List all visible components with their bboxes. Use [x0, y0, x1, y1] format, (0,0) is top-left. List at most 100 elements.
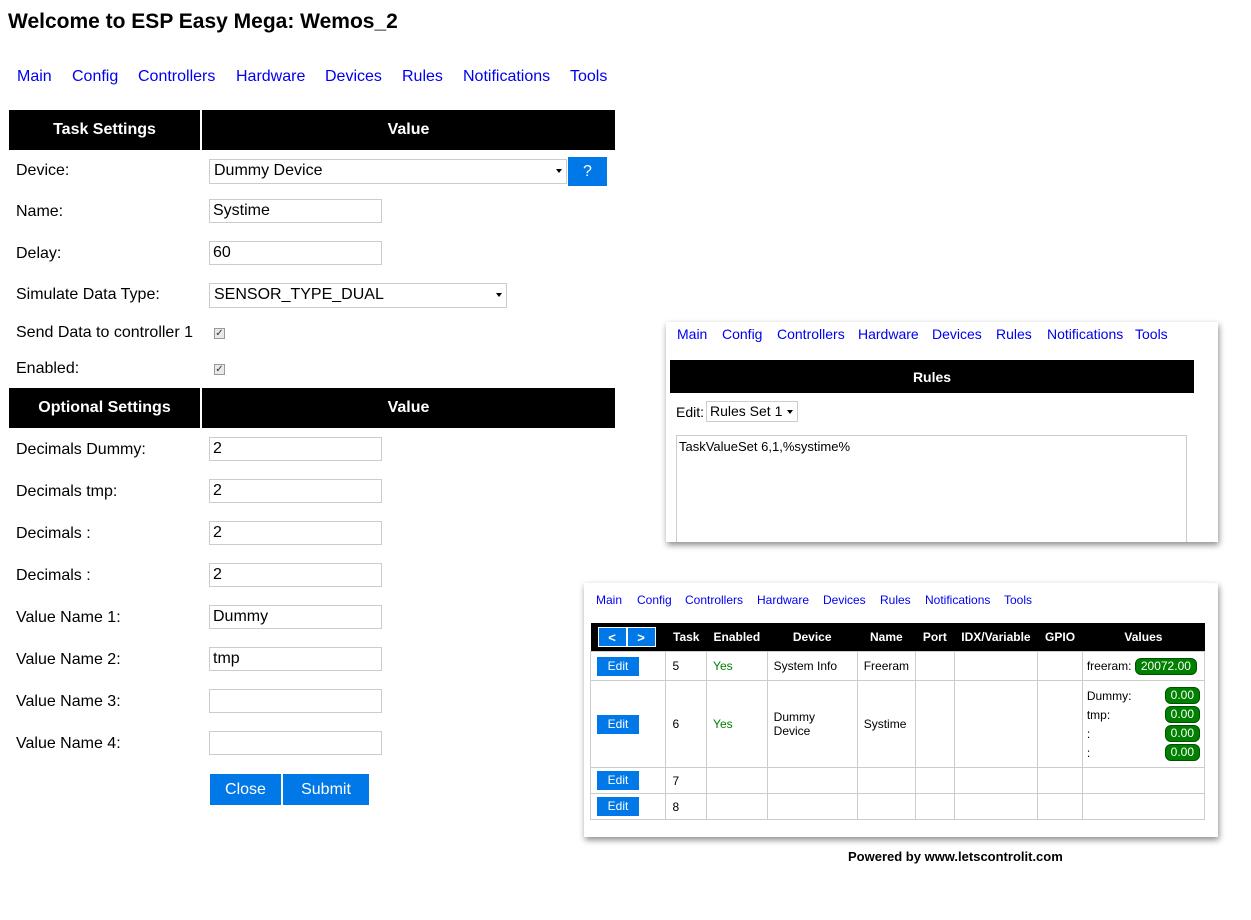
close-button[interactable]: Close	[210, 774, 281, 805]
value-label: :	[1086, 726, 1091, 741]
nav-controllers[interactable]: Controllers	[138, 68, 215, 86]
nav-config[interactable]: Config	[72, 68, 118, 86]
value-line: tmp: 0.00	[1087, 705, 1200, 724]
value-badge: 20072.00	[1134, 657, 1197, 675]
pager-cell: < >	[590, 623, 666, 652]
rules-nav-controllers[interactable]: Controllers	[777, 326, 845, 342]
devices-nav-rules[interactable]: Rules	[880, 593, 911, 607]
prev-page-button[interactable]: <	[597, 627, 627, 647]
nav-tools[interactable]: Tools	[570, 68, 607, 86]
next-page-button[interactable]: >	[626, 627, 656, 647]
chevron-down-icon	[496, 293, 502, 297]
device-cell: System Info	[766, 651, 858, 681]
devices-nav-devices[interactable]: Devices	[823, 593, 866, 607]
nav-hardware[interactable]: Hardware	[236, 68, 305, 86]
enabled-checkbox[interactable]: ✓	[214, 364, 225, 375]
edit-cell: Edit	[589, 793, 667, 820]
values-cell	[1081, 793, 1206, 820]
decimals-tmp-field[interactable]: 2	[209, 479, 382, 503]
table-row: Edit 8	[589, 793, 1206, 820]
decimals-4-field[interactable]: 2	[209, 563, 382, 587]
devices-panel-nav: Main Config Controllers Hardware Devices…	[584, 593, 1218, 611]
value-name-4-field[interactable]	[209, 731, 382, 755]
edit-cell: Edit	[589, 767, 667, 794]
device-label: Device:	[16, 162, 70, 179]
value-line: : 0.00	[1087, 724, 1200, 743]
value-line: : 0.00	[1087, 743, 1200, 762]
page-title: Welcome to ESP Easy Mega: Wemos_2	[8, 10, 398, 33]
value-label: freeram:	[1086, 658, 1132, 673]
devices-nav-notifications[interactable]: Notifications	[925, 593, 990, 607]
value-name-1-label: Value Name 1:	[16, 609, 121, 626]
port-cell	[915, 680, 955, 768]
rules-panel-nav: Main Config Controllers Hardware Devices…	[666, 326, 1218, 346]
value-badge: 0.00	[1164, 687, 1200, 704]
value-name-2-label: Value Name 2:	[16, 651, 121, 668]
name-cell: Freeram	[856, 651, 917, 681]
optional-settings-header: Optional Settings	[9, 388, 200, 428]
devices-nav-controllers[interactable]: Controllers	[685, 593, 743, 607]
decimals-dummy-label: Decimals Dummy:	[16, 441, 146, 458]
gpio-cell	[1037, 651, 1083, 681]
devices-nav-main[interactable]: Main	[596, 593, 622, 607]
edit-button[interactable]: Edit	[597, 714, 639, 734]
task-cell: 7	[665, 767, 708, 794]
simulate-select[interactable]: SENSOR_TYPE_DUAL	[209, 283, 507, 308]
decimals-3-field[interactable]: 2	[209, 521, 382, 545]
name-field[interactable]: Systime	[209, 199, 382, 223]
devices-nav-tools[interactable]: Tools	[1004, 593, 1032, 607]
devices-nav-config[interactable]: Config	[637, 593, 672, 607]
value-name-3-label: Value Name 3:	[16, 693, 121, 710]
rules-nav-tools[interactable]: Tools	[1135, 326, 1168, 342]
main-nav: Main Config Controllers Hardware Devices…	[0, 68, 640, 90]
value-name-2-field[interactable]: tmp	[209, 647, 382, 671]
submit-button[interactable]: Submit	[283, 774, 369, 805]
value-name-1-field[interactable]: Dummy	[209, 605, 382, 629]
col-port: Port	[915, 623, 955, 652]
devices-nav-hardware[interactable]: Hardware	[757, 593, 809, 607]
col-values: Values	[1082, 623, 1205, 652]
col-enabled: Enabled	[706, 623, 768, 652]
device-cell	[766, 793, 858, 820]
nav-notifications[interactable]: Notifications	[463, 68, 550, 86]
device-select[interactable]: Dummy Device	[209, 159, 567, 184]
task-cell: 6	[665, 680, 708, 768]
rules-nav-notifications[interactable]: Notifications	[1047, 326, 1123, 342]
table-row: Edit 6 Yes Dummy Device Systime Dummy: 0…	[589, 680, 1206, 768]
rules-nav-devices[interactable]: Devices	[932, 326, 982, 342]
delay-field[interactable]: 60	[209, 241, 382, 265]
decimals-dummy-field[interactable]: 2	[209, 437, 382, 461]
send-data-checkbox[interactable]: ✓	[214, 328, 225, 339]
rules-nav-config[interactable]: Config	[722, 326, 762, 342]
rules-set-select[interactable]: Rules Set 1	[706, 401, 798, 422]
value-badge: 0.00	[1164, 744, 1200, 761]
idx-cell	[953, 793, 1039, 820]
gpio-cell	[1037, 680, 1083, 768]
value-badge: 0.00	[1164, 725, 1200, 742]
decimals-3-label: Decimals :	[16, 525, 91, 542]
rules-nav-hardware[interactable]: Hardware	[858, 326, 919, 342]
task-cell: 5	[665, 651, 708, 681]
edit-button[interactable]: Edit	[597, 797, 639, 816]
rules-editor[interactable]: TaskValueSet 6,1,%systime%	[676, 435, 1187, 542]
simulate-select-value: SENSOR_TYPE_DUAL	[214, 286, 384, 303]
value-label: Dummy:	[1086, 688, 1132, 703]
rules-panel: Main Config Controllers Hardware Devices…	[666, 322, 1218, 542]
decimals-tmp-label: Decimals tmp:	[16, 483, 118, 500]
rules-header: Rules	[670, 360, 1194, 393]
nav-rules[interactable]: Rules	[402, 68, 443, 86]
nav-main[interactable]: Main	[17, 68, 52, 86]
edit-button[interactable]: Edit	[597, 656, 639, 676]
rules-nav-main[interactable]: Main	[677, 326, 707, 342]
devices-panel: Main Config Controllers Hardware Devices…	[584, 583, 1218, 837]
nav-devices[interactable]: Devices	[325, 68, 382, 86]
value-line: Dummy: 0.00	[1087, 686, 1200, 705]
values-cell: Dummy: 0.00 tmp: 0.00 : 0.00 : 0.00	[1081, 680, 1206, 768]
task-settings-header: Task Settings	[9, 110, 200, 150]
devices-table-header: < > Task Enabled Device Name Port IDX/Var…	[590, 623, 1205, 652]
value-name-3-field[interactable]	[209, 689, 382, 713]
help-button[interactable]: ?	[568, 157, 607, 186]
rules-nav-rules[interactable]: Rules	[996, 326, 1032, 342]
gpio-cell	[1037, 767, 1083, 794]
edit-button[interactable]: Edit	[597, 771, 639, 790]
